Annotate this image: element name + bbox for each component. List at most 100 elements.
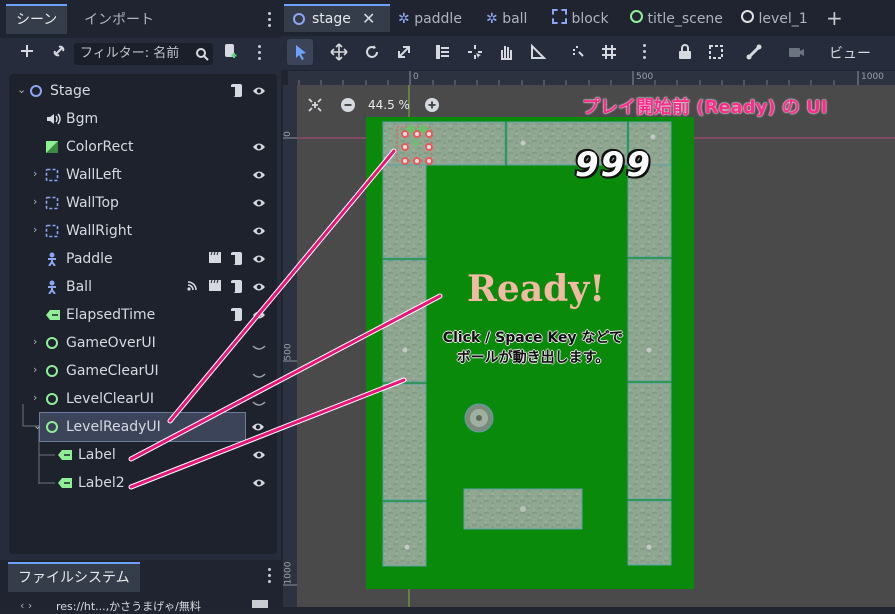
scene-dock-tabs: シーン インポート: [0, 0, 281, 38]
chevron-right-icon[interactable]: ›: [33, 167, 43, 181]
control-icon: [630, 10, 643, 23]
group-button[interactable]: [706, 42, 726, 66]
scene-icon[interactable]: [208, 251, 222, 266]
tab-block[interactable]: block: [552, 6, 609, 32]
add-node-button[interactable]: [15, 42, 39, 66]
zoom-out-button[interactable]: [341, 98, 355, 112]
ruler-v-label-0: 0: [282, 131, 293, 137]
visibility-hidden-icon[interactable]: [252, 396, 266, 408]
skeleton-button[interactable]: [744, 42, 764, 66]
chevron-right-icon[interactable]: ›: [33, 363, 43, 377]
tree-row-levelreadyui[interactable]: ⌄ LevelReadyUI: [33, 412, 246, 442]
smart-snap-button[interactable]: [569, 42, 589, 66]
visibility-eye-icon[interactable]: [252, 169, 266, 181]
tree-row-levelclearui[interactable]: › LevelClearUI: [9, 385, 277, 413]
ruler-mode-button[interactable]: [528, 42, 548, 66]
tab-scene[interactable]: シーン: [6, 4, 68, 34]
close-icon[interactable]: ✕: [362, 6, 375, 32]
tree-row-ball[interactable]: Ball: [9, 273, 277, 301]
chevron-down-icon[interactable]: ⌄: [33, 419, 43, 433]
visibility-eye-icon[interactable]: [252, 225, 266, 237]
script-icon[interactable]: [230, 279, 244, 294]
chevron-right-icon[interactable]: ›: [33, 391, 43, 405]
visibility-eye-icon[interactable]: [252, 197, 266, 209]
visibility-eye-icon[interactable]: [252, 449, 266, 461]
scene-icon[interactable]: [208, 279, 222, 294]
scale-mode-button[interactable]: [394, 42, 414, 66]
visibility-hidden-icon[interactable]: [252, 368, 266, 380]
zoom-level[interactable]: 44.5 %: [368, 98, 410, 112]
tree-row-wallleft[interactable]: › WallLeft: [9, 161, 277, 189]
ready-sub-label: Click / Space Key などで ボールが動き出します。: [403, 328, 663, 368]
tree-row-walltop[interactable]: › WallTop: [9, 189, 277, 217]
pan-mode-button[interactable]: [496, 42, 516, 66]
snap-options-icon[interactable]: [643, 44, 647, 62]
attach-script-button[interactable]: [218, 42, 242, 66]
scene-menu-icon[interactable]: [258, 45, 262, 63]
signal-icon[interactable]: [186, 279, 200, 294]
script-icon[interactable]: [230, 83, 244, 98]
nav-arrows-icon[interactable]: ‹ ›: [20, 599, 32, 612]
tab-paddle[interactable]: ✲ paddle: [398, 6, 462, 32]
tree-row-elapsedtime[interactable]: ElapsedTime: [9, 301, 277, 329]
filesystem-menu-icon[interactable]: [268, 568, 272, 586]
tree-row-gameoverui[interactable]: › GameOverUI: [9, 329, 277, 357]
select-mode-button[interactable]: [287, 39, 313, 65]
grid-snap-button[interactable]: [599, 42, 619, 66]
chevron-right-icon[interactable]: ›: [33, 195, 43, 209]
tree-row-label2[interactable]: Label2: [9, 469, 277, 497]
list-select-button[interactable]: [433, 42, 453, 66]
visibility-eye-icon[interactable]: [251, 421, 265, 437]
visibility-hidden-icon[interactable]: [252, 340, 266, 352]
tab-block-label: block: [571, 11, 609, 27]
view-menu[interactable]: ビュー: [829, 43, 871, 63]
pivot-button[interactable]: [465, 42, 485, 66]
audio-icon: [45, 112, 61, 126]
tree-row-bgm[interactable]: Bgm: [9, 105, 277, 133]
instance-icon: [552, 9, 567, 24]
chevron-right-icon[interactable]: ›: [33, 335, 43, 349]
tree-row-wallright[interactable]: › WallRight: [9, 217, 277, 245]
script-icon[interactable]: [230, 251, 244, 266]
canvas-viewport[interactable]: 44.5 % 999 Ready! Click / Space Key などで …: [297, 85, 895, 607]
visibility-eye-icon[interactable]: [252, 85, 266, 97]
visibility-eye-icon[interactable]: [252, 309, 266, 321]
visibility-eye-icon[interactable]: [252, 141, 266, 153]
chevron-right-icon[interactable]: ›: [33, 223, 43, 237]
tab-level-1[interactable]: level_1: [741, 6, 808, 32]
tab-stage[interactable]: stage ✕: [284, 4, 390, 32]
camera-override-button[interactable]: [786, 42, 806, 66]
tree-row-colorrect[interactable]: ColorRect: [9, 133, 277, 161]
grid-icon: [602, 45, 616, 59]
visibility-eye-icon[interactable]: [252, 281, 266, 293]
chevron-down-icon[interactable]: ⌄: [17, 83, 27, 97]
tree-row-stage[interactable]: ⌄ Stage: [9, 77, 277, 105]
node2d-icon: [29, 84, 43, 98]
character-icon: [45, 280, 59, 295]
filter-placeholder: フィルター: 名前: [80, 46, 180, 61]
add-tab-button[interactable]: +: [826, 6, 843, 30]
minus-icon: [344, 104, 352, 106]
dock-menu-icon[interactable]: [268, 12, 272, 30]
move-mode-button[interactable]: [329, 42, 349, 66]
visibility-eye-icon[interactable]: [252, 477, 266, 489]
tree-row-label: WallLeft: [66, 167, 122, 183]
script-icon[interactable]: [230, 307, 244, 322]
tree-row-label[interactable]: Label: [9, 441, 277, 469]
rotate-mode-button[interactable]: [362, 42, 382, 66]
tab-title-scene-label: title_scene: [647, 11, 723, 27]
tab-import[interactable]: インポート: [74, 6, 164, 34]
tree-row-paddle[interactable]: Paddle: [9, 245, 277, 273]
lock-button[interactable]: [675, 42, 695, 66]
visibility-eye-icon[interactable]: [252, 253, 266, 265]
node-filter-input[interactable]: フィルター: 名前: [74, 43, 213, 65]
ruler-horizontal: 0 500 1000: [288, 71, 895, 85]
center-view-button[interactable]: [307, 97, 323, 117]
instance-child-button[interactable]: [47, 42, 71, 66]
tab-ball[interactable]: ✲ ball: [486, 6, 527, 32]
filesystem-path[interactable]: res://ht...,かさうまげゃ/無料: [56, 598, 201, 614]
tab-title-scene[interactable]: title_scene: [630, 6, 723, 32]
tree-row-gameclearui[interactable]: › GameClearUI: [9, 357, 277, 385]
tab-filesystem[interactable]: ファイルシステム: [8, 562, 140, 592]
zoom-in-button[interactable]: [425, 98, 439, 112]
